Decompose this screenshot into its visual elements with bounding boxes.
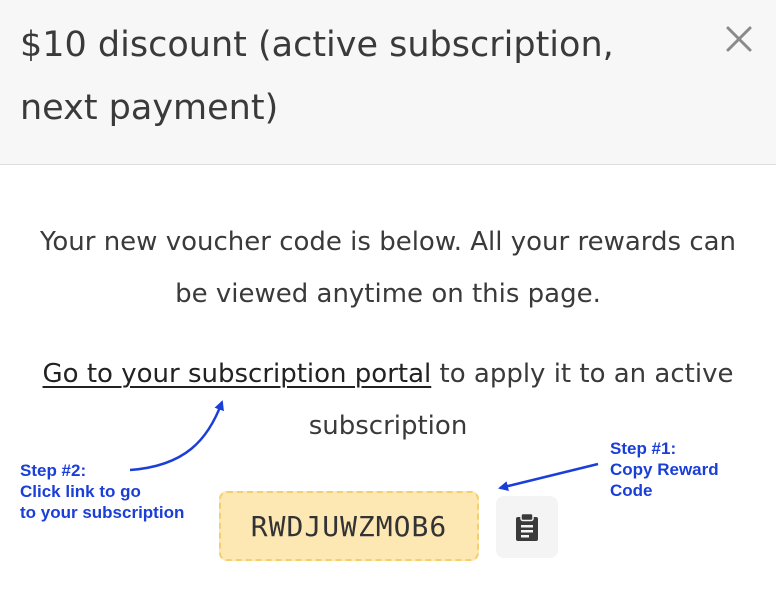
step1-annotation: Step #1: Copy Reward Code [610, 438, 770, 501]
apply-instructions: Go to your subscription portal to apply … [0, 348, 776, 452]
step2-annotation: Step #2: Click link to go to your subscr… [20, 460, 220, 523]
voucher-intro-text: Your new voucher code is below. All your… [39, 227, 737, 309]
copy-code-button[interactable] [496, 496, 558, 558]
close-icon [726, 26, 752, 52]
voucher-code-box[interactable]: RWDJUWZMOB6 [219, 491, 479, 561]
dialog-header: $10 discount (active subscription, next … [0, 0, 776, 165]
step1-line-3: Code [610, 481, 653, 500]
dialog-title: $10 discount (active subscription, next … [20, 25, 614, 128]
step1-line-2: Copy Reward [610, 460, 719, 479]
step2-line-2: Click link to go [20, 482, 141, 501]
close-button[interactable] [718, 18, 760, 60]
voucher-code: RWDJUWZMOB6 [250, 509, 448, 543]
voucher-dialog: $10 discount (active subscription, next … [0, 0, 776, 603]
step2-line-1: Step #2: [20, 461, 87, 480]
clipboard-icon [516, 512, 538, 541]
subscription-portal-link[interactable]: Go to your subscription portal [43, 359, 432, 389]
step1-line-1: Step #1: [610, 439, 677, 458]
step1-arrow [498, 462, 599, 491]
step2-line-3: to your subscription [20, 503, 185, 522]
